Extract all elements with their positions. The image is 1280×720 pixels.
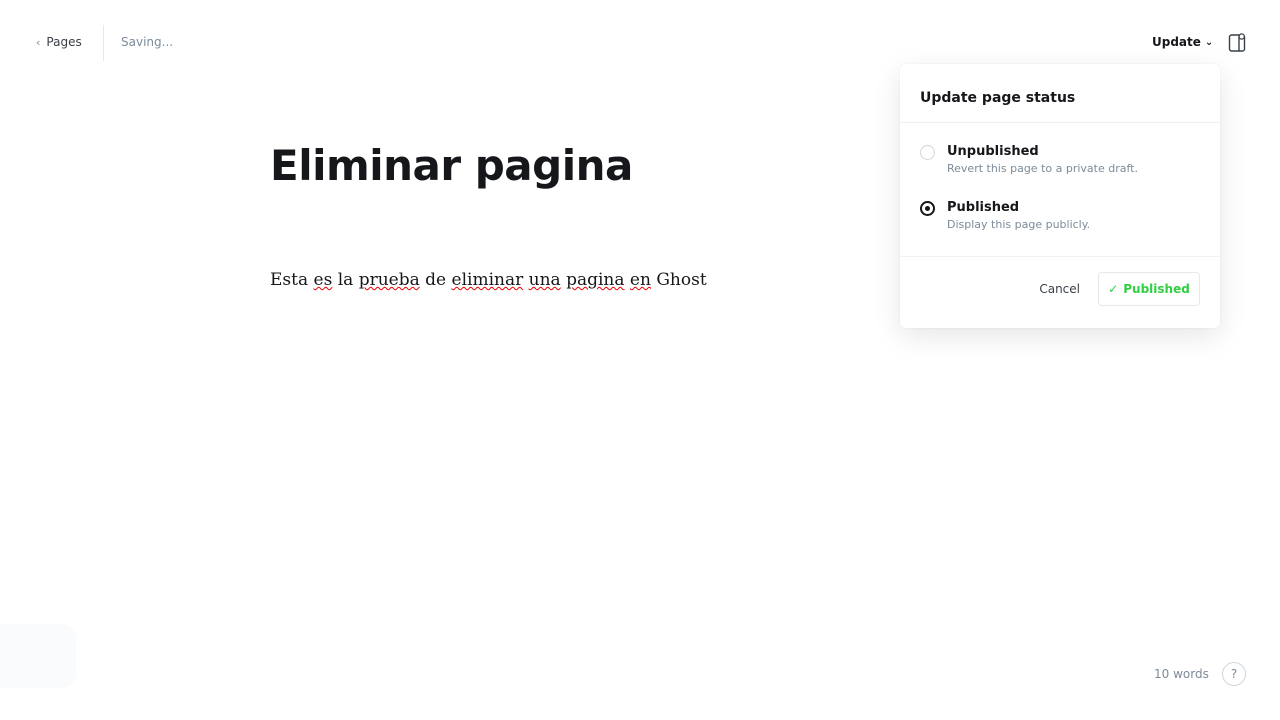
unpublished-radio[interactable]	[920, 145, 935, 160]
body-word: de	[425, 270, 447, 290]
corner-widget	[0, 624, 76, 688]
popover-footer: Cancel ✓ Published	[1039, 272, 1200, 306]
chevron-left-icon: ‹	[36, 35, 41, 49]
option-label: Published	[947, 200, 1020, 215]
option-unpublished[interactable]: Unpublished Revert this page to a privat…	[920, 144, 1138, 175]
help-button[interactable]: ?	[1222, 662, 1246, 686]
editor-canvas[interactable]: Eliminar pagina Esta es la prueba de eli…	[270, 140, 730, 290]
page-body-paragraph[interactable]: Esta es la prueba de eliminar una pagina…	[270, 270, 730, 290]
option-description: Revert this page to a private draft.	[947, 162, 1138, 175]
word-count: 10 words	[1154, 667, 1209, 681]
page-title[interactable]: Eliminar pagina	[270, 140, 730, 192]
popover-divider	[900, 256, 1220, 257]
header-divider	[103, 25, 104, 61]
page-status-popover: Update page status Unpublished Revert th…	[900, 64, 1220, 328]
body-word: prueba	[358, 270, 420, 290]
settings-menu-button[interactable]	[1228, 32, 1246, 54]
sidebar-toggle-icon	[1228, 33, 1246, 52]
body-word: es	[313, 270, 333, 290]
body-word: la	[337, 270, 354, 290]
check-icon: ✓	[1108, 282, 1119, 296]
update-button[interactable]: Update ⌄	[1152, 35, 1213, 49]
popover-title: Update page status	[920, 90, 1076, 106]
popover-divider	[900, 122, 1220, 123]
back-label: Pages	[46, 35, 82, 49]
body-word: eliminar	[451, 270, 524, 290]
body-word: una	[528, 270, 561, 290]
body-word: Esta	[270, 270, 309, 290]
published-label: Published	[1123, 282, 1190, 296]
chevron-down-icon: ⌄	[1204, 36, 1214, 48]
option-description: Display this page publicly.	[947, 218, 1091, 231]
body-word: Ghost	[656, 270, 707, 290]
published-button[interactable]: ✓ Published	[1098, 272, 1200, 306]
update-label: Update	[1152, 35, 1201, 49]
option-label: Unpublished	[947, 144, 1039, 159]
body-word: en	[629, 270, 651, 290]
option-published[interactable]: Published Display this page publicly.	[920, 200, 1090, 231]
body-word: pagina	[566, 270, 625, 290]
cancel-button[interactable]: Cancel	[1039, 282, 1080, 296]
published-radio[interactable]	[920, 201, 935, 216]
back-to-pages-link[interactable]: ‹ Pages	[36, 35, 82, 49]
save-status: Saving...	[121, 35, 174, 49]
